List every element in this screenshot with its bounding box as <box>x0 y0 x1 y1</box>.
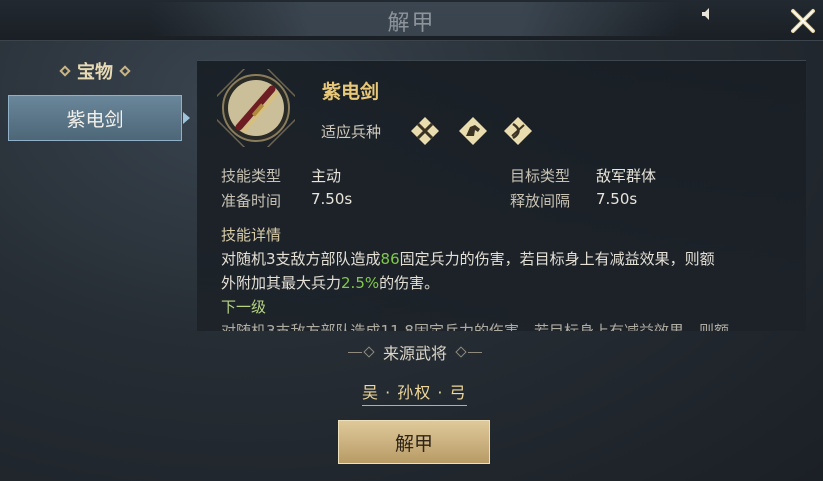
percent-value: 2.5% <box>341 274 380 292</box>
skill-type-label: 技能类型 <box>221 167 282 185</box>
skill-detail-title: 技能详情 <box>221 226 282 244</box>
close-icon[interactable] <box>788 6 818 36</box>
interval-value: 7.50s <box>596 190 638 208</box>
sword-item-icon[interactable] <box>217 69 295 147</box>
sidebar-item-label: 紫电剑 <box>66 108 124 131</box>
prep-time-row: 准备时间 7.50s <box>221 190 352 211</box>
desc-text: 的伤害。 <box>379 274 440 292</box>
crossed-swords-icon <box>411 117 439 145</box>
source-header: 来源武将 <box>340 340 490 364</box>
sidebar-header-label: 宝物 <box>77 62 113 83</box>
prep-time-label: 准备时间 <box>221 192 282 210</box>
desc-text: 固定兵力的伤害，若目标身上有减益效果，则额 <box>399 250 715 268</box>
unequip-button-label: 解甲 <box>394 432 433 455</box>
source-general-link[interactable]: 吴 · 孙权 · 弓 <box>362 379 467 406</box>
sidebar-item-selected[interactable]: 紫电剑 <box>8 95 182 141</box>
detail-panel: 紫电剑 适应兵种 技能类型 主动 目标类型 敌军群体 准备时间 7.50s 释放… <box>197 60 806 331</box>
next-level-title: 下一级 <box>221 298 267 316</box>
source-label: 来源武将 <box>382 344 447 363</box>
damage-value: 86 <box>380 250 400 268</box>
next-level-description: 对随机3支敌方部队造成11.8固定兵力的伤害，若目标身上有减益效果，则额 <box>221 322 729 331</box>
skill-type-row: 技能类型 主动 <box>221 165 341 186</box>
skill-type-value: 主动 <box>311 167 342 185</box>
interval-label: 释放间隔 <box>510 192 571 210</box>
interval-row: 释放间隔 7.50s <box>510 190 637 211</box>
cavalry-icon <box>459 117 487 145</box>
divider-ornament-icon <box>347 346 375 358</box>
bow-icon <box>504 117 532 145</box>
target-type-value: 敌军群体 <box>596 167 657 185</box>
prep-time-value: 7.50s <box>311 190 353 208</box>
divider-ornament-icon <box>455 346 482 358</box>
adapt-troops-label: 适应兵种 <box>321 123 382 141</box>
target-type-label: 目标类型 <box>510 167 571 185</box>
selection-arrow-icon <box>183 112 190 124</box>
diamond-ornament-icon <box>59 65 71 77</box>
desc-text: 外附加其最大兵力 <box>221 274 342 292</box>
diamond-ornament-icon <box>119 65 131 77</box>
sidebar-header: 宝物 <box>40 58 150 84</box>
item-name: 紫电剑 <box>322 81 380 103</box>
target-type-row: 目标类型 敌军群体 <box>510 165 656 186</box>
desc-text: 对随机3支敌方部队造成 <box>221 250 381 268</box>
skill-description: 对随机3支敌方部队造成86固定兵力的伤害，若目标身上有减益效果，则额 外附加其最… <box>221 247 791 295</box>
speaker-icon[interactable] <box>700 6 716 22</box>
unequip-button[interactable]: 解甲 <box>338 420 490 464</box>
